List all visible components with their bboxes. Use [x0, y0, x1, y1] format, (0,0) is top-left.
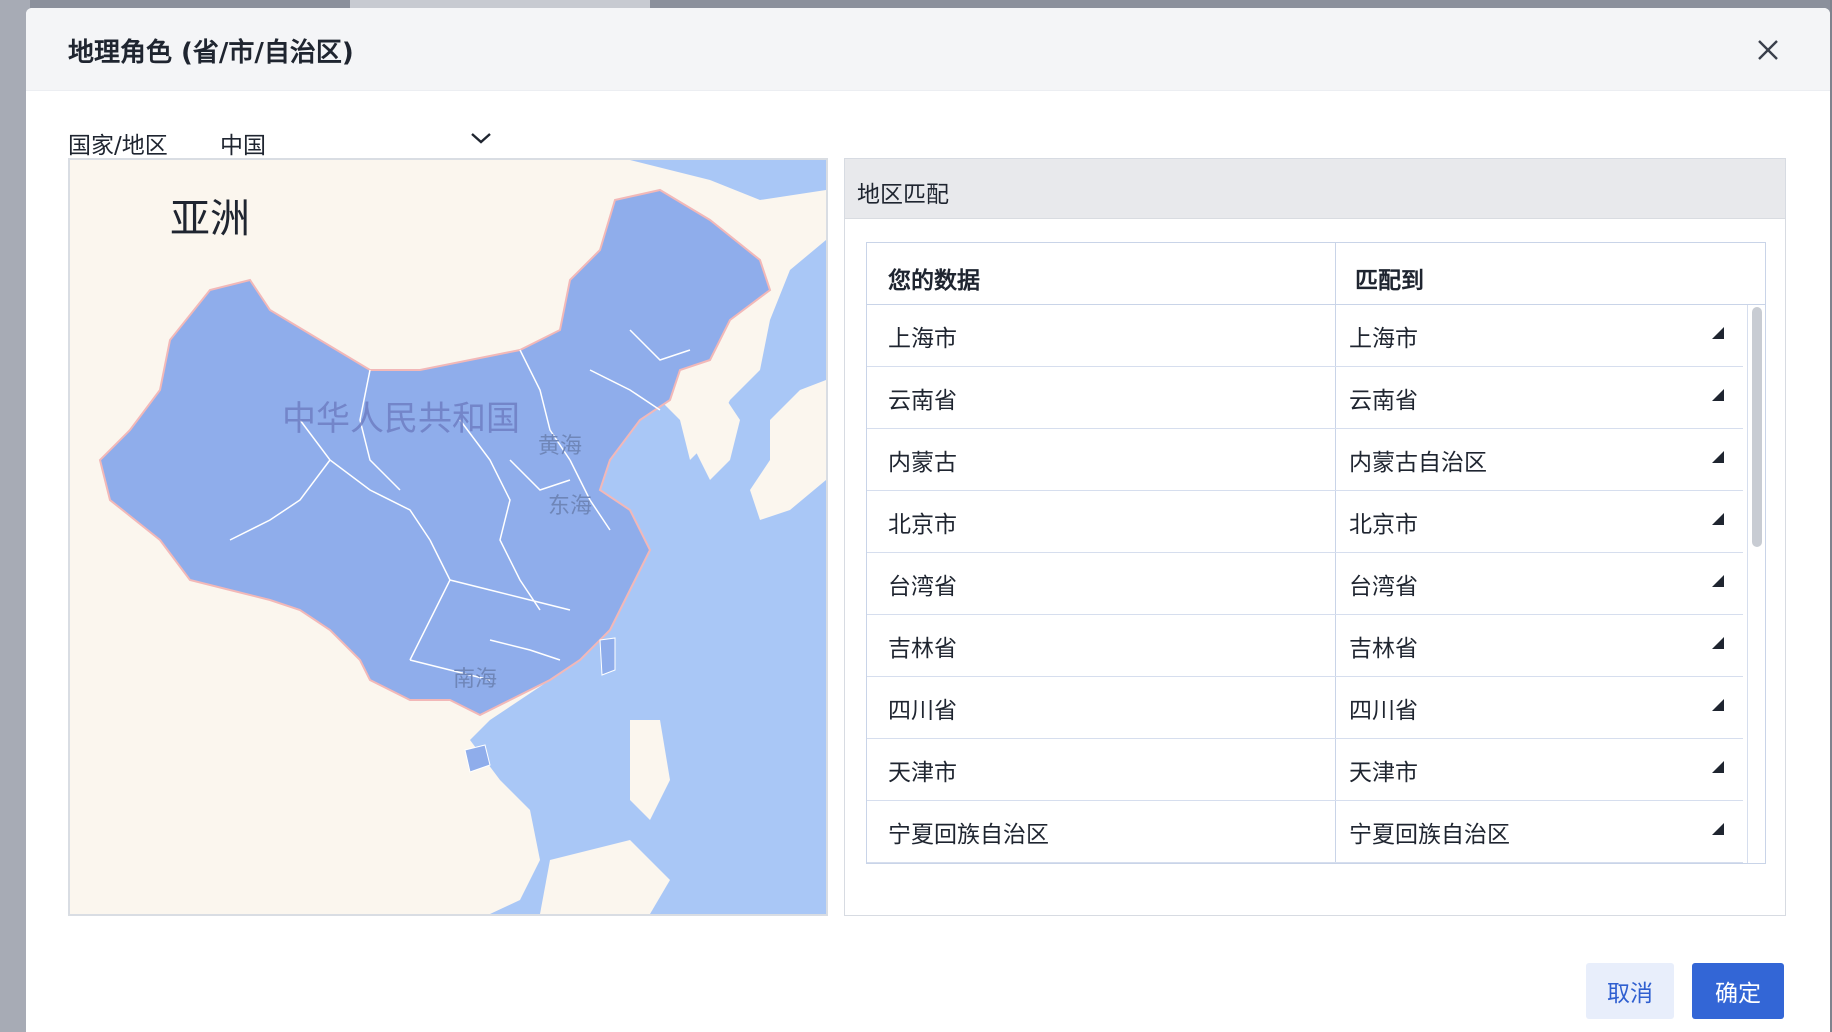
geo-role-dialog: 地理角色 (省/市/自治区) 国家/地区 中国 亚洲 中华人民共和国 黄海 东海… [26, 8, 1830, 1032]
match-table-header: 您的数据 匹配到 [867, 243, 1765, 305]
source-cell: 宁夏回族自治区 [888, 822, 1049, 848]
dropdown-triangle-icon[interactable] [1712, 761, 1724, 773]
region-match-header: 地区匹配 [845, 159, 1785, 219]
column-header-target: 匹配到 [1355, 268, 1424, 294]
table-row: 台湾省 台湾省 [867, 553, 1743, 615]
dialog-title: 地理角色 (省/市/自治区) [68, 38, 354, 68]
dropdown-triangle-icon[interactable] [1712, 513, 1724, 525]
scrollbar-thumb[interactable] [1752, 307, 1762, 547]
taiwan-region [599, 637, 616, 676]
ok-button[interactable]: 确定 [1692, 963, 1784, 1019]
target-select[interactable]: 四川省 [1349, 691, 1418, 725]
cancel-button[interactable]: 取消 [1586, 963, 1674, 1019]
dropdown-triangle-icon[interactable] [1712, 451, 1724, 463]
source-cell: 台湾省 [888, 574, 957, 600]
vertical-scrollbar[interactable] [1747, 305, 1765, 863]
table-row: 宁夏回族自治区 宁夏回族自治区 [867, 801, 1743, 863]
target-select[interactable]: 上海市 [1349, 319, 1418, 353]
match-table: 您的数据 匹配到 上海市 上海市 云南省 云南省 内蒙古 内蒙古自治区 北京市 北京市 台湾省台… [866, 242, 1766, 864]
table-row: 内蒙古 内蒙古自治区 [867, 429, 1743, 491]
dropdown-triangle-icon[interactable] [1712, 823, 1724, 835]
target-select[interactable]: 宁夏回族自治区 [1349, 815, 1510, 849]
table-row: 上海市 上海市 [867, 305, 1743, 367]
column-header-source: 您的数据 [888, 268, 980, 294]
country-select[interactable]: 中国 [190, 118, 500, 159]
close-icon [1758, 40, 1778, 60]
target-select[interactable]: 北京市 [1349, 505, 1418, 539]
continent-label: 亚洲 [170, 196, 250, 242]
background-app-strip [350, 0, 650, 8]
sea-label-yellow: 黄海 [538, 434, 582, 459]
sea-label-south: 南海 [453, 667, 497, 692]
source-cell: 云南省 [888, 388, 957, 414]
target-select[interactable]: 云南省 [1349, 381, 1418, 415]
country-label: 国家/地区 [68, 133, 168, 159]
dropdown-triangle-icon[interactable] [1712, 327, 1724, 339]
source-cell: 内蒙古 [888, 450, 957, 476]
dropdown-triangle-icon[interactable] [1712, 699, 1724, 711]
close-button[interactable] [1750, 32, 1786, 68]
source-cell: 吉林省 [888, 636, 957, 662]
match-table-body: 上海市 上海市 云南省 云南省 内蒙古 内蒙古自治区 北京市 北京市 台湾省 台湾省 吉林省 吉林省四… [867, 305, 1743, 863]
source-cell: 四川省 [888, 698, 957, 724]
dropdown-triangle-icon[interactable] [1712, 637, 1724, 649]
sea-label-east: 东海 [548, 494, 592, 519]
table-row: 吉林省 吉林省 [867, 615, 1743, 677]
target-select[interactable]: 吉林省 [1349, 629, 1418, 663]
target-select[interactable]: 内蒙古自治区 [1349, 443, 1487, 477]
chevron-down-icon [471, 133, 491, 144]
table-row: 天津市 天津市 [867, 739, 1743, 801]
target-select[interactable]: 台湾省 [1349, 567, 1418, 601]
table-row: 云南省 云南省 [867, 367, 1743, 429]
dropdown-triangle-icon[interactable] [1712, 575, 1724, 587]
table-row: 北京市 北京市 [867, 491, 1743, 553]
map-preview[interactable]: 亚洲 中华人民共和国 黄海 东海 南海 [68, 158, 828, 916]
region-match-panel: 地区匹配 您的数据 匹配到 上海市 上海市 云南省 云南省 内蒙古 内蒙古自治区 北京市 北京… [844, 158, 1786, 916]
region-match-title: 地区匹配 [857, 182, 949, 208]
source-cell: 上海市 [888, 326, 957, 352]
china-map: 亚洲 中华人民共和国 黄海 东海 南海 [70, 160, 826, 914]
dropdown-triangle-icon[interactable] [1712, 389, 1724, 401]
country-name-label: 中华人民共和国 [282, 399, 520, 439]
source-cell: 天津市 [888, 760, 957, 786]
table-row: 四川省 四川省 [867, 677, 1743, 739]
target-select[interactable]: 天津市 [1349, 753, 1418, 787]
country-select-value: 中国 [220, 133, 266, 159]
source-cell: 北京市 [888, 512, 957, 538]
dialog-header: 地理角色 (省/市/自治区) [26, 8, 1830, 91]
